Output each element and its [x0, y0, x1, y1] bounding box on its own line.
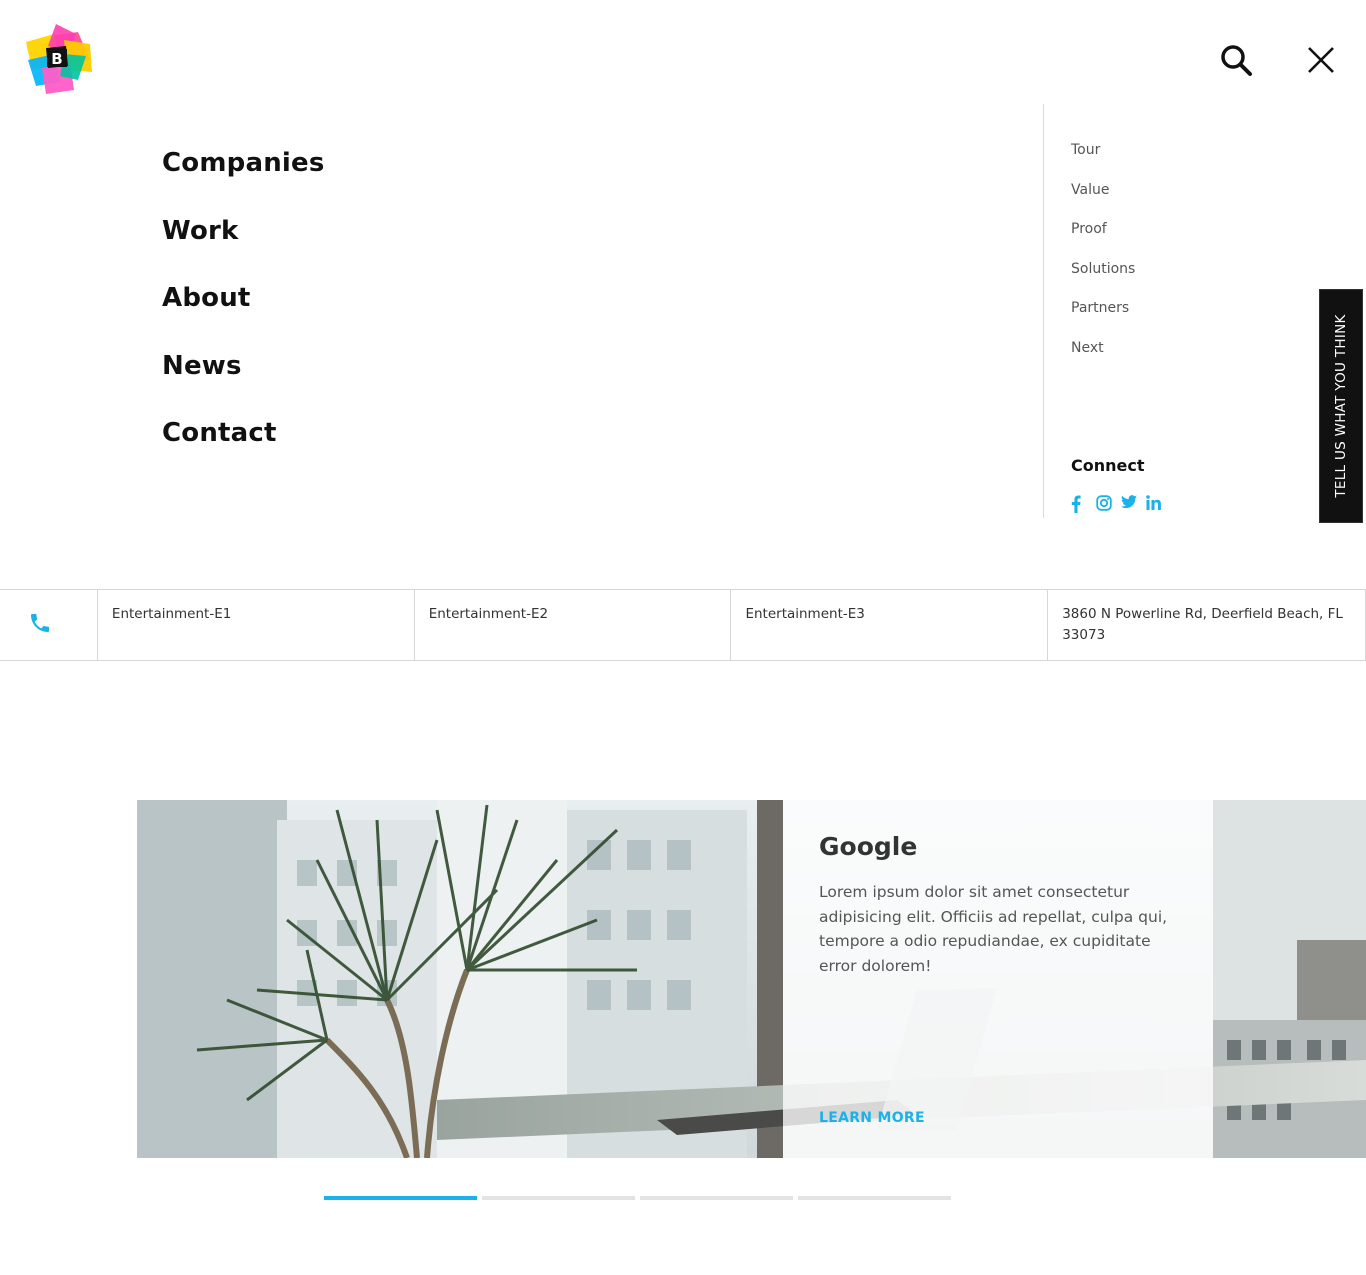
slider-pager — [324, 1196, 951, 1200]
sub-nav-item-tour[interactable]: Tour — [1071, 138, 1135, 178]
main-nav-item-about[interactable]: About — [162, 275, 325, 343]
main-nav-item-contact[interactable]: Contact — [162, 410, 325, 478]
company-slider: Google Lorem ipsum dolor sit amet consec… — [137, 800, 1366, 1158]
slide-title: Google — [819, 832, 918, 861]
logo-letter: B — [51, 50, 62, 68]
sub-nav-item-proof[interactable]: Proof — [1071, 217, 1135, 257]
main-nav-item-work[interactable]: Work — [162, 208, 325, 276]
sub-nav-item-partners[interactable]: Partners — [1071, 296, 1135, 336]
info-cell-address: 3860 N Powerline Rd, Deerfield Beach, FL… — [1048, 590, 1366, 660]
info-cell-entertainment-e2: Entertainment-E2 — [415, 590, 732, 660]
info-cell-entertainment-e3: Entertainment-E3 — [731, 590, 1049, 660]
close-icon[interactable] — [1303, 42, 1339, 78]
sub-nav-item-next[interactable]: Next — [1071, 336, 1135, 376]
sub-nav-item-value[interactable]: Value — [1071, 178, 1135, 218]
instagram-icon[interactable] — [1096, 495, 1112, 513]
search-icon[interactable] — [1218, 42, 1254, 78]
phone-cell[interactable] — [0, 590, 98, 660]
social-links — [1071, 495, 1162, 513]
info-cell-entertainment-e1: Entertainment-E1 — [98, 590, 415, 660]
vertical-divider — [1043, 104, 1044, 518]
pager-dot-1[interactable] — [324, 1196, 477, 1200]
secondary-nav: Tour Value Proof Solutions Partners Next — [1071, 138, 1135, 376]
pager-dot-2[interactable] — [482, 1196, 635, 1200]
learn-more-link[interactable]: LEARN MORE — [819, 1110, 925, 1126]
facebook-icon[interactable] — [1071, 495, 1087, 513]
main-nav: Companies Work About News Contact — [162, 140, 325, 478]
pager-dot-4[interactable] — [798, 1196, 951, 1200]
slide-description: Lorem ipsum dolor sit amet consectetur a… — [819, 883, 1168, 975]
phone-icon — [31, 614, 49, 632]
slide-card: Google Lorem ipsum dolor sit amet consec… — [783, 800, 1213, 1158]
feedback-tab[interactable]: TELL US WHAT YOU THINK — [1319, 289, 1363, 523]
pager-dot-3[interactable] — [640, 1196, 793, 1200]
linkedin-icon[interactable] — [1146, 495, 1162, 513]
main-nav-item-news[interactable]: News — [162, 343, 325, 411]
feedback-tab-label: TELL US WHAT YOU THINK — [1333, 314, 1349, 498]
twitter-icon[interactable] — [1121, 495, 1137, 513]
main-nav-item-companies[interactable]: Companies — [162, 140, 325, 208]
sub-nav-item-solutions[interactable]: Solutions — [1071, 257, 1135, 297]
info-bar: Entertainment-E1 Entertainment-E2 Entert… — [0, 589, 1366, 661]
brand-logo[interactable]: B — [20, 20, 96, 96]
connect-heading: Connect — [1071, 456, 1145, 475]
